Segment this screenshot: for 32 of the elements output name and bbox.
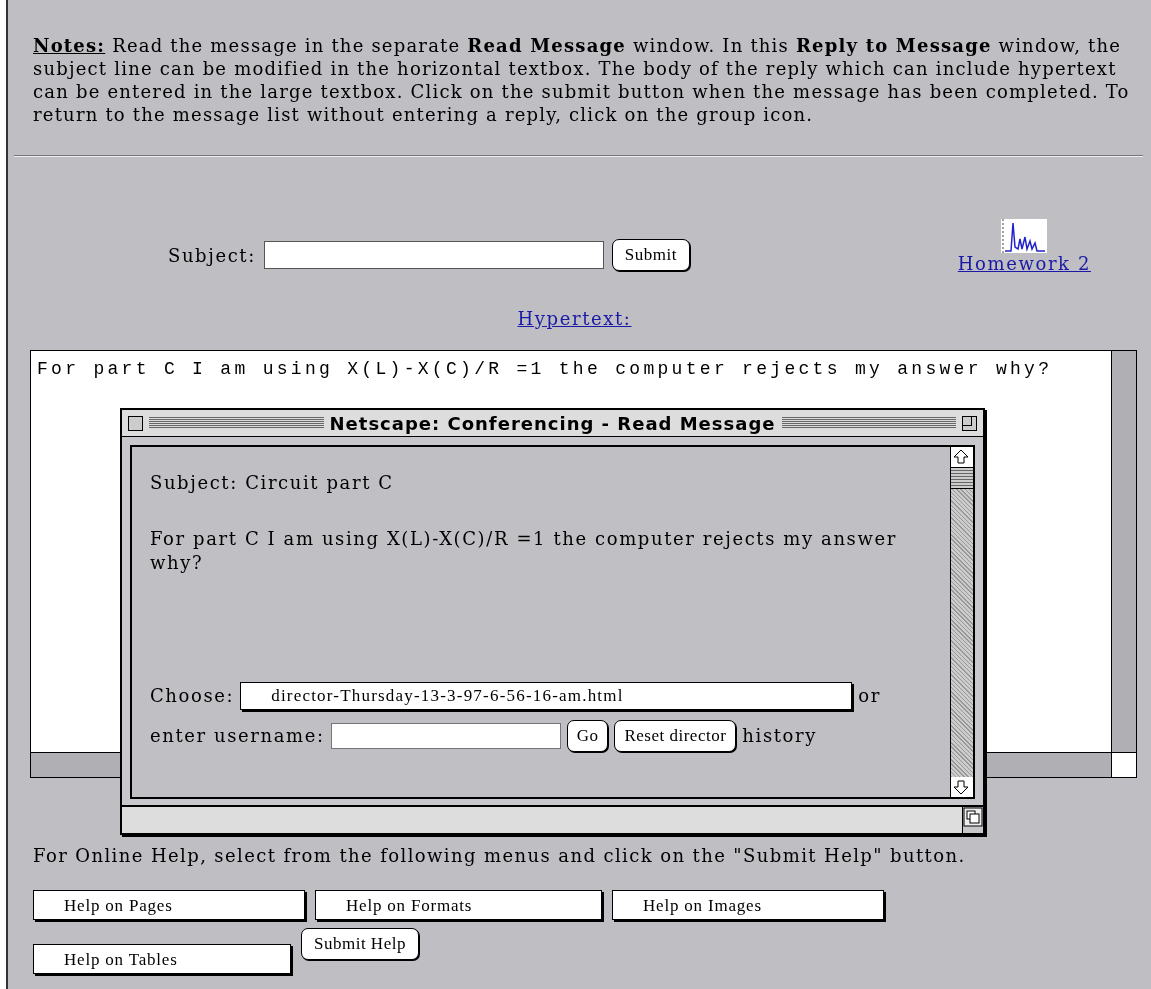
message-subject: Subject: Circuit part C	[150, 471, 395, 495]
or-label: or	[858, 684, 881, 708]
close-box[interactable]	[128, 415, 143, 431]
help-menu[interactable]: Help on Pages	[33, 890, 305, 920]
subject-field[interactable]	[263, 241, 604, 269]
message-text: For part C I am using X(L)-X(C)/R =1 the computer rejects my answer why?	[150, 527, 898, 575]
scrollbar[interactable]	[950, 447, 973, 797]
history-label: history	[742, 724, 817, 748]
subject-label: Subject:	[168, 244, 256, 266]
hypertext-link[interactable]: Hypertext:	[517, 308, 632, 332]
username-label: enter username:	[150, 724, 325, 748]
help-menu[interactable]: Help on Images	[612, 890, 884, 920]
submit-button[interactable]: Submit	[611, 239, 690, 271]
help-menu[interactable]: Help on Tables	[33, 944, 291, 974]
help-menu[interactable]: Help on Formats	[315, 890, 602, 920]
zoom-box[interactable]	[962, 415, 977, 431]
notes-paragraph: Notes: Read the message in the separate Read Message window. In this Reply to Message window, the subject line can be modified in the horizontal textbox. The body of the reply which can include hypertext can be entered in the large textbox. Click on the submit button when the message has been completed. To return to the message list without entering a reply, click on the group icon.	[32, 34, 1131, 126]
help-text: For Online Help, select from the following menus and click on the "Submit Help" button.	[33, 844, 966, 868]
graph-icon[interactable]	[1001, 219, 1048, 253]
title-bar[interactable]: Netscape: Conferencing - Read Message	[122, 410, 983, 437]
history-select[interactable]: director-Thursday-13-3-97-6-56-16-am.html	[240, 682, 853, 710]
scroll-up-icon[interactable]	[951, 447, 971, 467]
username-field[interactable]	[330, 723, 561, 749]
scroll-thumb[interactable]	[951, 467, 973, 489]
reset-button[interactable]: Reset director	[614, 720, 737, 752]
scroll-down-icon[interactable]	[951, 777, 971, 797]
choose-label: Choose:	[150, 684, 235, 708]
group-link[interactable]: Homework 2	[957, 253, 1091, 274]
submit-help-button[interactable]: Submit Help	[301, 928, 419, 960]
window-title: Netscape: Conferencing - Read Message	[329, 412, 776, 434]
resize-icon[interactable]	[963, 807, 983, 827]
go-button[interactable]: Go	[566, 720, 609, 752]
